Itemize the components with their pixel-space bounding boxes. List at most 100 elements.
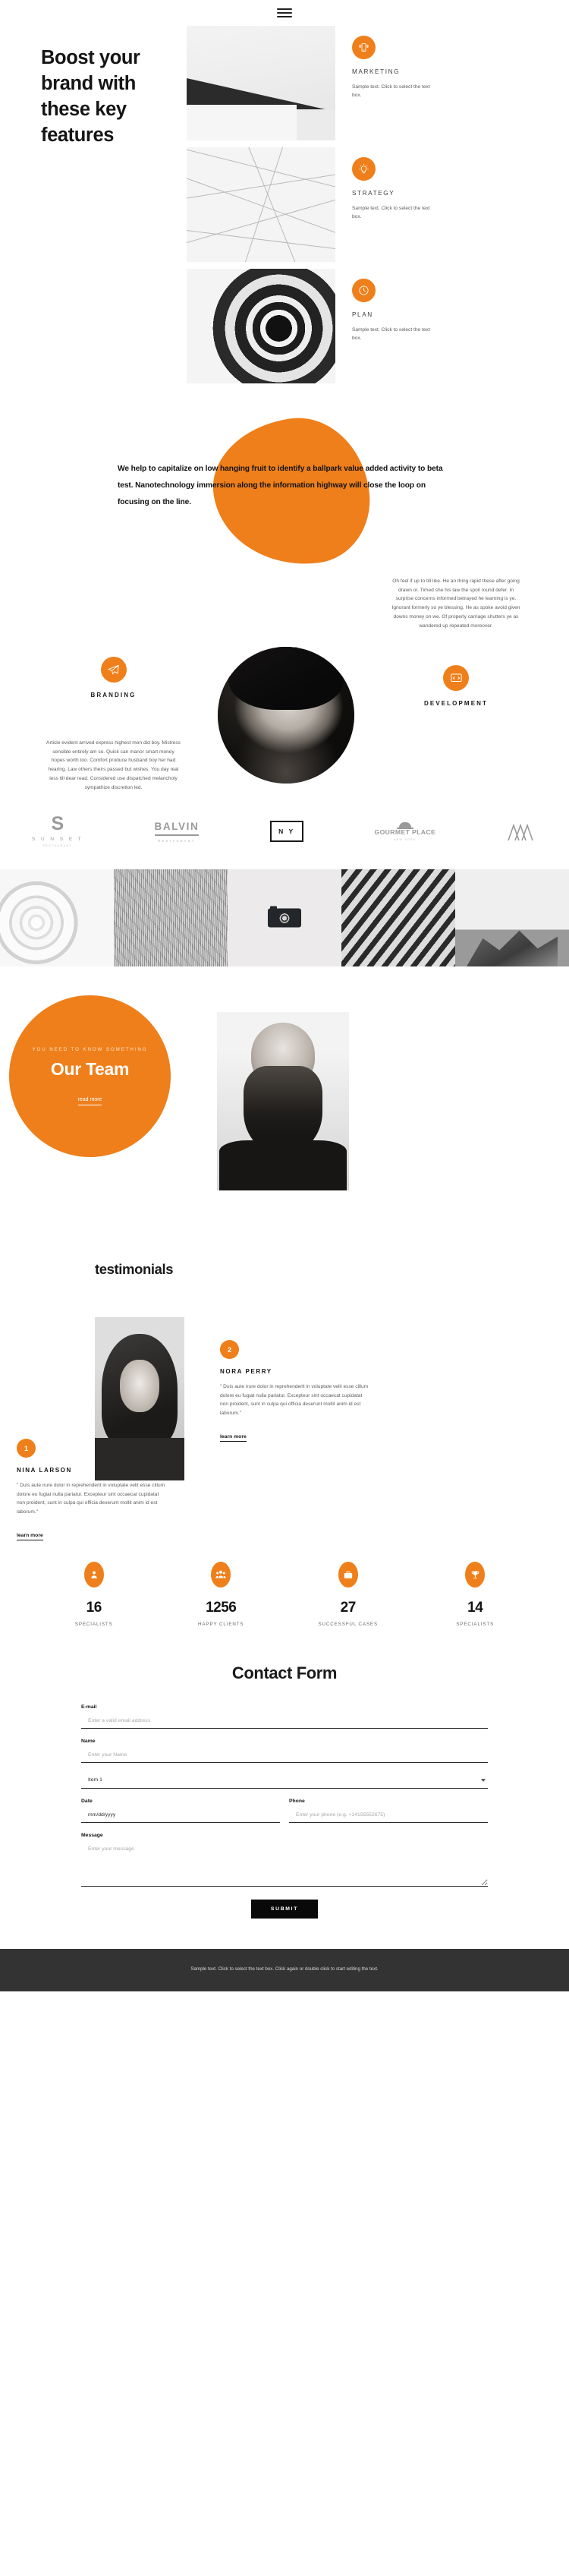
logo-name: GOURMET PLACE — [374, 828, 436, 836]
hero-text-column: Boost your brand with these key features — [0, 26, 187, 390]
paper-plane-icon — [100, 657, 127, 683]
feature-text: MARKETING Sample text. Click to select t… — [335, 26, 548, 147]
gallery-image-spiral-staircase — [0, 869, 114, 966]
testimonial-quote: " Duis aute irure dolor in reprehenderit… — [220, 1384, 369, 1417]
gallery-image-chevron-stairs — [341, 869, 455, 966]
date-field[interactable] — [81, 1808, 280, 1823]
field-phone: Phone — [289, 1799, 488, 1823]
logo-sunset: S S U N S E T RESTAURANT — [32, 814, 83, 848]
stat-happy-clients: 1256 HAPPY CLIENTS — [158, 1562, 285, 1627]
logo-name: BALVIN — [154, 820, 200, 832]
gallery-image-rocky-cliff — [455, 869, 569, 966]
feature-description: Sample text. Click to select the text bo… — [352, 205, 430, 219]
feature-title: PLAN — [352, 311, 373, 318]
field-name: Name — [81, 1739, 488, 1763]
food-dome-icon — [396, 821, 413, 829]
stat-label: SPECIALISTS — [456, 1622, 495, 1627]
lightbulb-idea-icon — [352, 157, 376, 181]
submit-row: SUBMIT — [81, 1900, 488, 1919]
name-label: Name — [81, 1739, 96, 1744]
burger-line — [277, 16, 292, 17]
status-badge: 1 — [17, 1439, 36, 1458]
team-section: YOU NEED TO KNOW SOMETHING Our Team read… — [0, 966, 569, 1202]
stat-successful-cases: 27 SUCCESSFUL CASES — [284, 1562, 412, 1627]
feature-item-plan[interactable]: PLAN Sample text. Click to select the te… — [187, 269, 569, 390]
email-label: E-mail — [81, 1704, 97, 1710]
date-label: Date — [81, 1799, 93, 1804]
feature-image-tire — [187, 269, 335, 383]
logo-ny: N Y — [270, 821, 303, 842]
team-circle-card: YOU NEED TO KNOW SOMETHING Our Team read… — [9, 995, 171, 1157]
photo-face — [120, 1359, 159, 1412]
service-title: BRANDING — [90, 692, 137, 698]
menu-toggle-icon[interactable] — [277, 8, 292, 17]
feature-text: STRATEGY Sample text. Click to select th… — [335, 147, 548, 269]
intro-section: We help to capitalize on low hanging fru… — [0, 390, 569, 577]
service-body: Oh feel if up to till like. He an thing … — [391, 579, 520, 629]
logo-subtitle: RESTAURANT — [42, 844, 73, 848]
logo-rule — [154, 834, 200, 836]
avatar — [218, 647, 354, 784]
testimonial-learn-more-link[interactable]: learn more — [220, 1434, 247, 1442]
submit-button[interactable]: SUBMIT — [250, 1900, 319, 1919]
photo-body — [219, 1140, 347, 1190]
team-kicker: YOU NEED TO KNOW SOMETHING — [32, 1047, 148, 1052]
client-logos: S S U N S E T RESTAURANT BALVIN RESTAURA… — [0, 793, 569, 869]
burger-line — [277, 12, 292, 14]
feature-item-marketing[interactable]: MARKETING Sample text. Click to select t… — [187, 26, 569, 147]
contact-form-title: Contact Form — [231, 1663, 338, 1682]
feature-description: Sample text. Click to select the text bo… — [352, 326, 430, 341]
team-member-photo — [217, 1012, 349, 1190]
stat-specialists: 16 SPECIALISTS — [30, 1562, 158, 1627]
item-select[interactable]: Item 1 — [81, 1773, 488, 1789]
landing-page: Boost your brand with these key features… — [0, 0, 569, 1992]
gallery-image-layered-dunes — [114, 869, 228, 966]
date-phone-row: Date Phone — [81, 1799, 488, 1833]
clock-icon — [352, 279, 376, 302]
stat-label: SPECIALISTS — [74, 1622, 113, 1627]
testimonial-card-nora-perry: 2 NORA PERRY " Duis aute irure dolor in … — [220, 1340, 369, 1442]
feature-image-architecture — [187, 26, 335, 140]
photo-gallery-strip — [0, 869, 569, 966]
contact-form-section: Contact Form E-mail Name Item 1 Date Pho… — [0, 1656, 569, 1949]
message-label: Message — [81, 1833, 103, 1838]
people-group-icon — [211, 1562, 231, 1588]
field-date: Date — [81, 1799, 280, 1823]
testimonial-learn-more-link[interactable]: learn more — [17, 1533, 43, 1540]
site-footer: Sample text. Click to select the text bo… — [0, 1949, 569, 1992]
stat-label: SUCCESSFUL CASES — [318, 1622, 378, 1627]
testimonials-heading: testimonials — [95, 1261, 174, 1277]
logo-name: S U N S E T — [32, 837, 83, 843]
email-field[interactable] — [81, 1714, 488, 1729]
portrait-hair — [228, 647, 344, 710]
field-email: E-mail — [81, 1704, 488, 1729]
logo-subtitle: RESTAURANT — [158, 838, 196, 843]
service-development: Oh feel if up to till like. He an thing … — [357, 577, 555, 707]
service-branding: BRANDING Article evident arrived express… — [17, 657, 210, 792]
testimonials-section: testimonials 2 NORA PERRY " Duis aute ir… — [0, 1202, 569, 1540]
camera-shape — [268, 906, 301, 928]
feature-list: MARKETING Sample text. Click to select t… — [187, 26, 569, 390]
name-field[interactable] — [81, 1748, 488, 1763]
phone-field[interactable] — [289, 1808, 488, 1823]
page-title: Boost your brand with these key features — [41, 47, 140, 146]
person-icon — [83, 1562, 104, 1588]
gallery-image-vintage-camera — [228, 869, 341, 966]
testimonial-author: NINA LARSON — [17, 1467, 72, 1474]
stat-awards: 14 SPECIALISTS — [412, 1562, 539, 1627]
team-read-more-link[interactable]: read more — [77, 1097, 102, 1105]
feature-description: Sample text. Click to select the text bo… — [352, 84, 430, 98]
message-field[interactable] — [81, 1843, 488, 1887]
stat-value: 1256 — [206, 1600, 237, 1616]
intro-paragraph: We help to capitalize on low hanging fru… — [118, 465, 443, 506]
stat-value: 27 — [340, 1600, 357, 1616]
stats-section: 16 SPECIALISTS 1256 HAPPY CLIENTS 27 SUC… — [0, 1528, 569, 1656]
monitor-code-icon — [443, 665, 469, 692]
field-item-select: Item 1 — [81, 1773, 488, 1789]
feature-text: PLAN Sample text. Click to select the te… — [335, 269, 548, 390]
footer-text: Sample text. Click to select the text bo… — [190, 1966, 379, 1972]
testimonial-card-nina-larson: 1 NINA LARSON " Duis aute irure dolor in… — [17, 1439, 165, 1540]
team-title: Our Team — [50, 1059, 130, 1079]
feature-item-strategy[interactable]: STRATEGY Sample text. Click to select th… — [187, 147, 569, 269]
status-badge: 2 — [220, 1340, 239, 1359]
